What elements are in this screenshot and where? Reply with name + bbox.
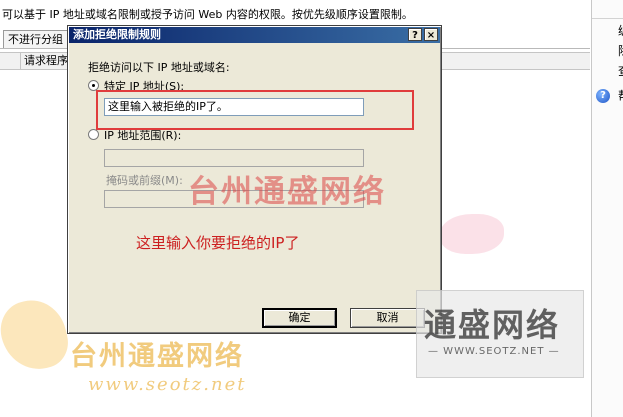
help-icon[interactable]: ?: [596, 89, 610, 103]
dialog-title: 添加拒绝限制规则: [73, 28, 161, 41]
watermark-url: www.seotz.net: [88, 374, 247, 395]
dialog-title-bar: 添加拒绝限制规则 ? ×: [69, 27, 440, 43]
page-description: 可以基于 IP 地址或域名限制或授予访问 Web 内容的权限。按优先级顺序设置限…: [2, 8, 413, 21]
actions-panel-top-rule: [592, 18, 623, 19]
annotation-note: 这里输入你要拒绝的IP了: [136, 234, 300, 252]
action-edit[interactable]: 编: [618, 24, 623, 38]
mask-label: 掩码或前缀(M):: [106, 174, 183, 187]
help-button[interactable]: ?: [408, 28, 422, 41]
watermark-ribbon-shape: [0, 293, 74, 377]
actions-panel: 编 除 查 ? 帮: [591, 0, 623, 417]
ip-range-radio[interactable]: [88, 129, 99, 140]
ip-range-input: [104, 149, 364, 167]
list-header-requester[interactable]: 请求程序: [24, 53, 68, 69]
watermark-title: 台州通盛网络: [188, 174, 386, 210]
watermark-small-title: 台州通盛网络: [70, 341, 244, 372]
close-button[interactable]: ×: [424, 28, 438, 41]
action-help[interactable]: 帮: [618, 89, 623, 103]
annotation-highlight-box: [96, 90, 414, 130]
tab-no-grouping[interactable]: 不进行分组: [3, 30, 68, 48]
action-view[interactable]: 查: [618, 64, 623, 78]
deny-section-label: 拒绝访问以下 IP 地址或域名:: [88, 61, 230, 74]
list-header-blank-column: [0, 53, 21, 69]
ok-button[interactable]: 确定: [262, 308, 337, 328]
watermark-logo-url: — WWW.SEOTZ.NET —: [428, 346, 560, 357]
action-delete[interactable]: 除: [618, 44, 623, 58]
watermark-blob-2: [440, 214, 504, 254]
cancel-button[interactable]: 取消: [350, 308, 425, 328]
watermark-logo-text: 通盛网络: [424, 306, 561, 344]
